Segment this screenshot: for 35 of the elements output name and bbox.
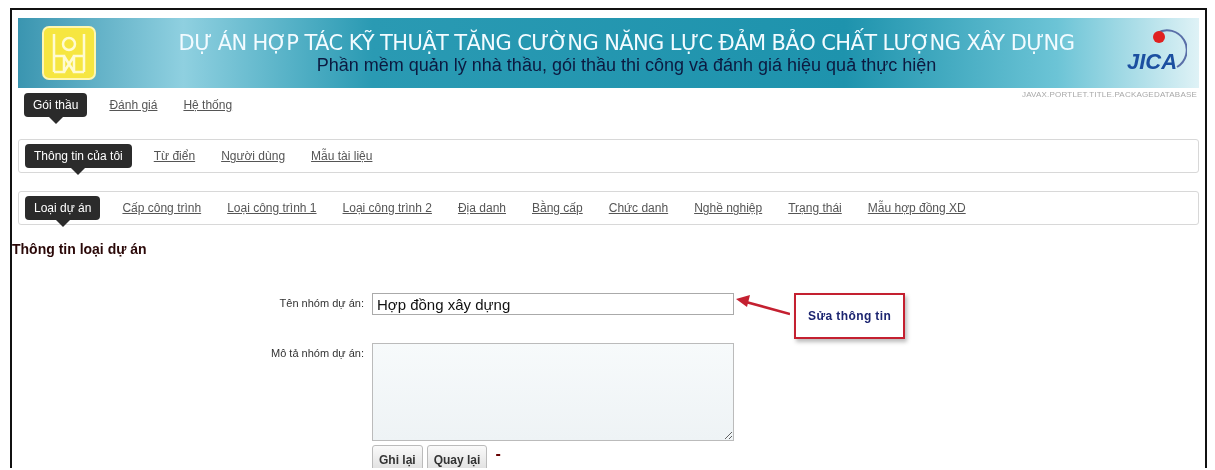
callout-note: Sửa thông tin [794, 293, 906, 339]
input-field[interactable]: Hợp đồng xây dựng [372, 293, 734, 315]
menu-tab[interactable]: Địa danh [453, 197, 510, 219]
tab-pointer-icon [48, 117, 63, 124]
dash-mark: - [495, 445, 501, 463]
textarea-field[interactable] [372, 343, 734, 441]
menu-tab[interactable]: Gói thầu [24, 93, 88, 117]
field-label: Tên nhóm dự án: [278, 296, 364, 311]
section-heading: Thông tin loại dự án [12, 241, 148, 257]
menu-tab[interactable]: Bằng cấp [528, 197, 587, 219]
menu-tab[interactable]: Loại công trình 2 [338, 197, 436, 219]
menu-tab[interactable]: Trạng thái [784, 197, 846, 219]
form-button[interactable]: Ghi lại [372, 445, 423, 468]
arrow-icon [734, 293, 790, 317]
form-button[interactable]: Quay lại [426, 445, 488, 468]
menu-tab[interactable]: Thông tin của tôi [25, 144, 132, 168]
menu-tab[interactable]: Loại dự án [25, 196, 101, 220]
menu-tab[interactable]: Cấp công trình [118, 197, 206, 219]
tab-pointer-icon [71, 168, 86, 175]
project-subtitle: Phần mềm quản lý nhà thầu, gói thầu thi công và đánh giá hiệu quả thực hiện [316, 54, 937, 76]
menu-tab[interactable]: Đánh giá [105, 94, 162, 116]
field-label: Mô tả nhóm dự án: [270, 346, 364, 361]
menu-tab[interactable]: Từ điển [149, 145, 200, 167]
menu-tab[interactable]: Mẫu hợp đồng XD [863, 197, 970, 219]
logo-icon [42, 26, 96, 80]
partner-logo: JICA [1126, 49, 1178, 75]
menu-tab[interactable]: Chức danh [604, 197, 673, 219]
tab-pointer-icon [55, 220, 70, 227]
menu-tab[interactable]: Mẫu tài liệu [307, 145, 377, 167]
menu-tab[interactable]: Người dùng [217, 145, 290, 167]
menu-tab[interactable]: Hệ thống [179, 94, 237, 116]
menu-tab[interactable]: Nghề nghiệp [690, 197, 767, 219]
project-title: DỰ ÁN HỢP TÁC KỸ THUẬT TĂNG CƯỜNG NĂNG LỰC ĐẢM BẢO CHẤT LƯỢNG XÂY DỰNG [178, 30, 1075, 55]
portlet-title: JAVAX.PORTLET.TITLE.PACKAGEDATABASE [1020, 89, 1198, 99]
menu-tab[interactable]: Loại công trình 1 [223, 197, 321, 219]
